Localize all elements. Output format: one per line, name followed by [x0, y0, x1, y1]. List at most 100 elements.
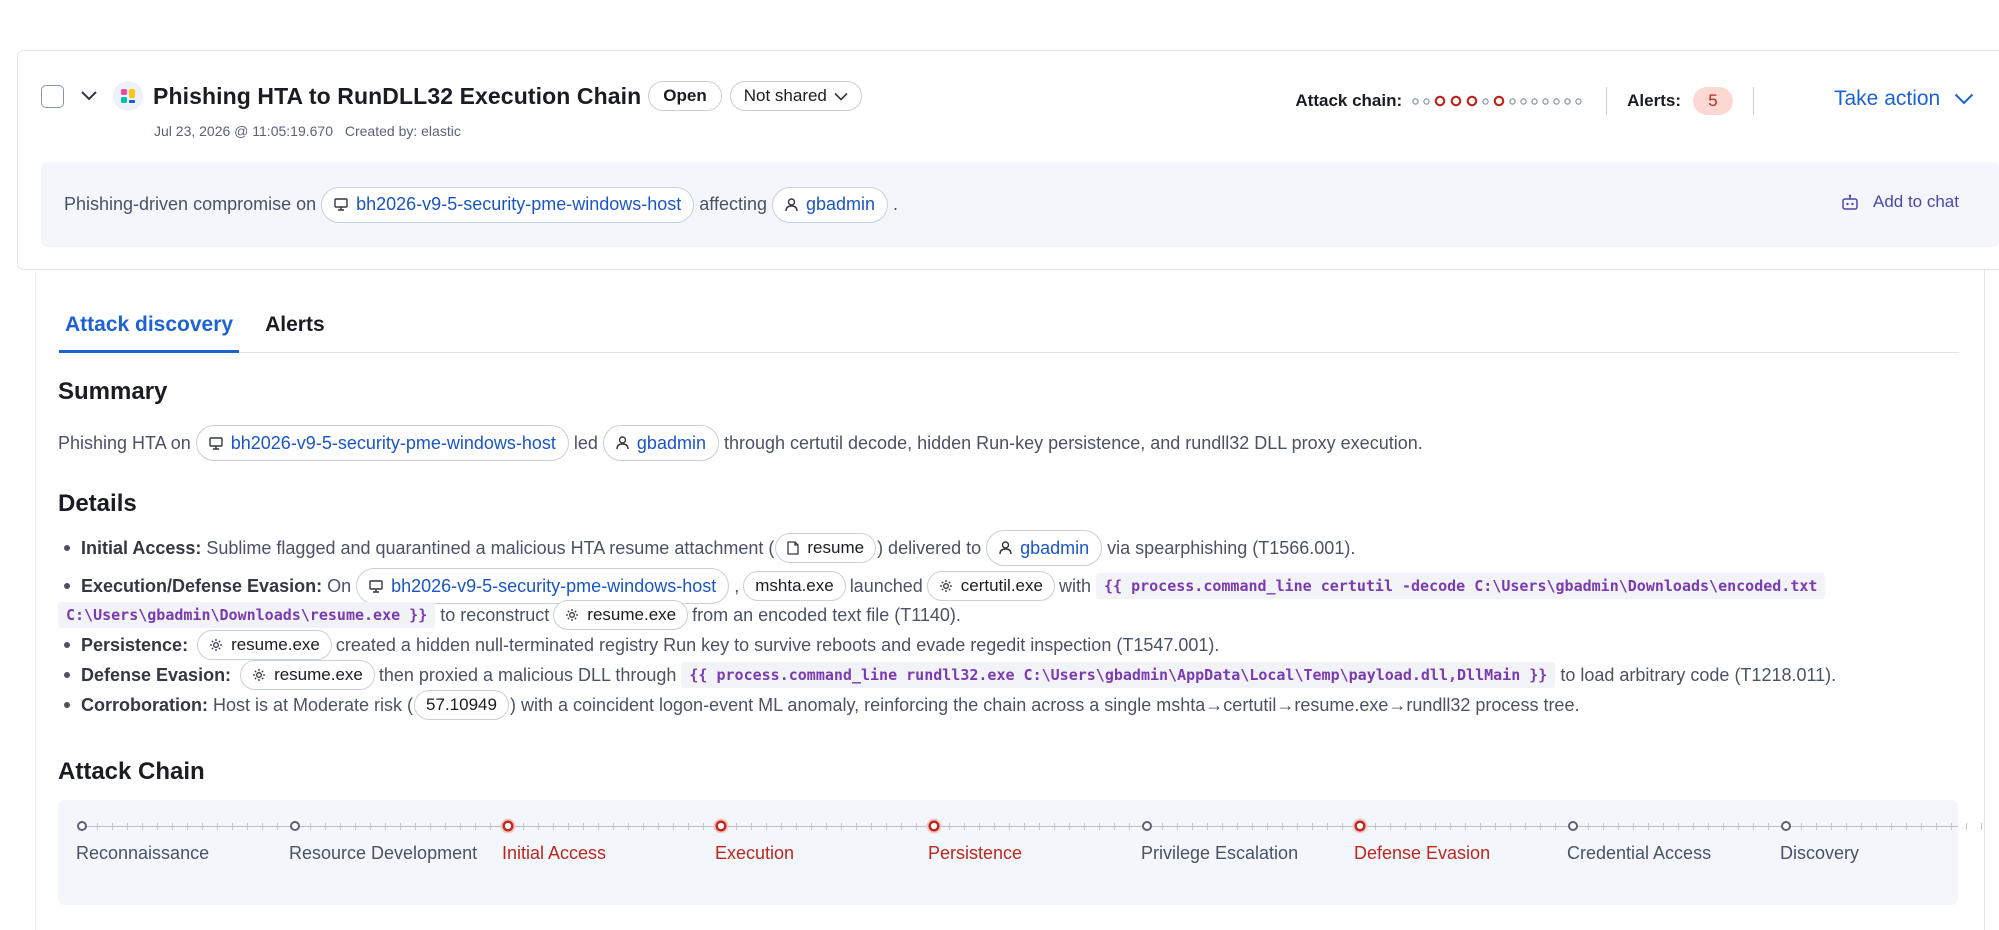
- mini-chain-dot: [1564, 97, 1571, 105]
- item-text: with: [1058, 575, 1091, 596]
- timeline-tick: [1951, 823, 1952, 830]
- timeline-tick: [841, 823, 842, 830]
- command-line-code: C:\Users\gbadmin\Downloads\resume.exe }}: [58, 602, 436, 628]
- process-name: mshta.exe: [755, 576, 834, 595]
- chain-node-hit: [926, 818, 942, 834]
- elastic-ai-icon: [113, 81, 143, 111]
- timeline-tick: [172, 823, 173, 830]
- timeline-tick: [430, 823, 431, 830]
- timeline-tick: [355, 823, 356, 830]
- chain-node-hit: [1352, 818, 1368, 834]
- summary-bar: Phishing-driven compromise on bh2026-v9-…: [41, 162, 1999, 247]
- host-name: bh2026-v9-5-security-pme-windows-host: [391, 575, 717, 596]
- user-icon: [616, 436, 629, 450]
- item-text: from an encoded text file (T1140).: [692, 604, 961, 625]
- timeline-tick: [1495, 823, 1496, 830]
- process-chip[interactable]: resume.exe: [197, 630, 332, 660]
- computer-icon: [334, 198, 348, 211]
- host-chip[interactable]: bh2026-v9-5-security-pme-windows-host: [356, 568, 730, 604]
- computer-icon: [209, 436, 223, 450]
- timeline-tick: [964, 823, 965, 830]
- add-to-chat-button[interactable]: Add to chat: [1841, 192, 1959, 212]
- process-chip[interactable]: mshta.exe: [743, 571, 846, 601]
- user-chip[interactable]: gbadmin: [602, 425, 719, 461]
- timeline-tick: [1390, 823, 1391, 830]
- mini-chain-dot: [1575, 97, 1582, 105]
- timeline-tick: [1708, 823, 1709, 830]
- assistant-robot-icon: [1842, 194, 1858, 210]
- timeline-tick: [1768, 823, 1769, 830]
- user-chip[interactable]: gbadmin: [772, 186, 889, 223]
- timeline-tick: [811, 823, 812, 830]
- discovery-detail-panel: Attack discovery Alerts Summary Phishing…: [35, 270, 1985, 930]
- file-chip[interactable]: resume: [775, 533, 877, 563]
- timeline-tick: [1678, 823, 1679, 830]
- take-action-button[interactable]: Take action: [1834, 87, 1974, 111]
- timeline-tick: [142, 823, 143, 830]
- card-header: Phishing HTA to RunDLL32 Execution Chain…: [41, 81, 862, 111]
- timeline-tick: [643, 823, 644, 830]
- timeline-tick: [1510, 823, 1511, 830]
- bullet: [64, 583, 70, 589]
- bullet: [64, 672, 70, 678]
- tab-alerts[interactable]: Alerts: [259, 310, 331, 353]
- mini-chain-dot: [1553, 97, 1560, 105]
- process-chip[interactable]: resume.exe: [240, 660, 375, 690]
- user-icon: [999, 541, 1012, 555]
- timeline-tick: [598, 823, 599, 830]
- timeline-tick: [766, 823, 767, 830]
- timeline-tick: [688, 823, 689, 830]
- list-item-continued: C:\Users\gbadmin\Downloads\resume.exe }}…: [58, 600, 961, 630]
- item-label: Persistence:: [81, 634, 189, 655]
- timeline-tick: [445, 823, 446, 830]
- mini-chain-dot-hit: [1493, 95, 1505, 107]
- timeline-tick: [1540, 823, 1541, 830]
- timeline-tick: [1555, 823, 1556, 830]
- timeline-tick: [1588, 823, 1589, 830]
- expand-chevron-icon[interactable]: [77, 84, 101, 108]
- mini-chain-dot: [1482, 97, 1489, 105]
- timeline-tick: [628, 823, 629, 830]
- timeline-tick: [826, 823, 827, 830]
- process-chip[interactable]: resume.exe: [553, 600, 689, 630]
- timeline-tick: [127, 823, 128, 830]
- risk-score-chip[interactable]: 57.10949: [414, 690, 509, 720]
- host-chip[interactable]: bh2026-v9-5-security-pme-windows-host: [195, 425, 569, 461]
- timeline-tick: [1009, 823, 1010, 830]
- timeline-tick: [157, 823, 158, 830]
- summary-text: Phishing HTA on bh2026-v9-5-security-pme…: [58, 425, 1423, 461]
- user-chip[interactable]: gbadmin: [986, 530, 1103, 566]
- list-item: Corroboration: Host is at Moderate risk …: [58, 690, 1579, 720]
- timeline-tick: [1069, 823, 1070, 830]
- timeline-tick: [1435, 823, 1436, 830]
- item-text: launched: [849, 575, 923, 596]
- user-name: gbadmin: [636, 432, 706, 453]
- alerts-count-badge[interactable]: 5: [1693, 87, 1733, 115]
- item-text: created a hidden null-terminated registr…: [335, 634, 1220, 655]
- discovery-meta: Jul 23, 2026 @ 11:05:19.670 Created by: …: [154, 123, 461, 139]
- select-checkbox[interactable]: [41, 84, 64, 108]
- item-text: Host is at Moderate risk (: [212, 694, 414, 715]
- list-item: Initial Access: Sublime flagged and quar…: [58, 530, 1355, 566]
- status-badge[interactable]: Open: [648, 81, 722, 111]
- tab-attack-discovery[interactable]: Attack discovery: [59, 310, 240, 353]
- bullet: [64, 642, 70, 648]
- document-icon: [787, 541, 800, 555]
- timeline-tick: [568, 823, 569, 830]
- gear-icon: [939, 580, 952, 592]
- chain-stage-label: Credential Access: [1567, 843, 1712, 863]
- item-label: Execution/Defense Evasion:: [81, 575, 323, 596]
- chain-node-hit: [713, 818, 729, 834]
- timeline-tick: [202, 823, 203, 830]
- timeline-tick: [1222, 823, 1223, 830]
- timeline-tick: [1162, 823, 1163, 830]
- chain-node: [1781, 821, 1791, 831]
- host-chip[interactable]: bh2026-v9-5-security-pme-windows-host: [321, 186, 695, 223]
- chain-node: [1568, 821, 1578, 831]
- item-text: ) delivered to: [877, 537, 982, 558]
- mini-chain-dot: [1423, 97, 1430, 105]
- timeline-tick: [1618, 823, 1619, 830]
- process-chip[interactable]: certutil.exe: [926, 571, 1055, 601]
- timeline-tick: [1966, 823, 1967, 830]
- sharing-dropdown[interactable]: Not shared: [729, 81, 862, 111]
